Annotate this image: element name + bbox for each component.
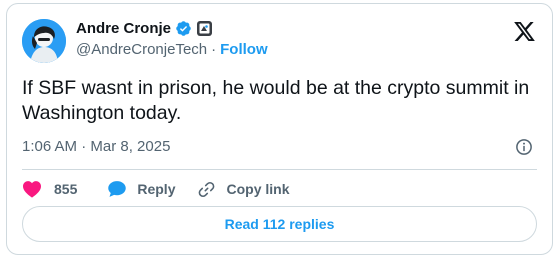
affiliation-logo-icon [199,23,210,33]
separator-dot: · [211,41,217,58]
follow-button[interactable]: Follow [220,41,268,58]
reply-label: Reply [137,181,176,197]
copy-link-button[interactable]: Copy link [197,180,290,199]
copy-link-label: Copy link [226,181,290,197]
read-replies-label: Read 112 replies [224,216,335,232]
handle-row: @AndreCronjeTech · Follow [76,41,268,58]
verified-badge-icon [176,20,191,36]
heart-icon [23,181,41,198]
link-icon [199,181,215,197]
author-name-row: Andre Cronje [76,17,213,39]
tweet-text: If SBF wasnt in prison, he would be at t… [22,77,530,124]
avatar[interactable] [22,19,66,63]
divider [22,169,537,170]
reply-bubble-icon [108,181,127,197]
author-handle[interactable]: @AndreCronjeTech [76,41,207,58]
like-count: 855 [54,181,78,197]
read-replies-button[interactable]: Read 112 replies [22,206,537,242]
action-bar: 855 Reply Copy link [22,178,290,200]
tweet-timestamp[interactable]: 1:06 AM · Mar 8, 2025 [22,138,170,155]
like-button[interactable]: 855 [22,180,77,198]
reply-button[interactable]: Reply [107,179,175,199]
display-name[interactable]: Andre Cronje [76,20,171,37]
affiliation-badge-icon[interactable] [197,20,213,36]
x-logo-icon[interactable] [514,22,535,41]
info-icon[interactable] [515,138,533,156]
tweet-card: Andre Cronje @AndreCronjeTech · Follow I… [6,3,553,255]
profile-avatar-icon [22,19,66,63]
